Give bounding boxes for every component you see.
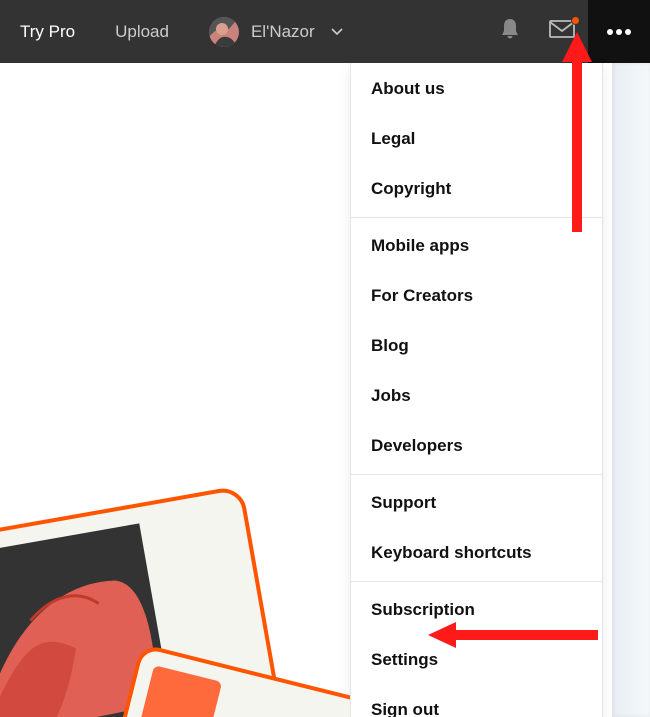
menu-item-mobile-apps[interactable]: Mobile apps [351, 220, 602, 270]
menu-item-jobs[interactable]: Jobs [351, 370, 602, 420]
menu-item-subscription[interactable]: Subscription [351, 584, 602, 634]
menu-divider [351, 474, 602, 475]
menu-item-support[interactable]: Support [351, 477, 602, 527]
top-navbar: Try Pro Upload [0, 0, 650, 63]
menu-item-legal[interactable]: Legal [351, 113, 602, 163]
messages-button[interactable] [536, 0, 588, 63]
menu-item-sign-out[interactable]: Sign out [351, 684, 602, 717]
menu-item-settings[interactable]: Settings [351, 634, 602, 684]
menu-divider [351, 581, 602, 582]
menu-item-blog[interactable]: Blog [351, 320, 602, 370]
menu-divider [351, 217, 602, 218]
user-menu-button[interactable]: El'Nazor [189, 0, 357, 63]
try-pro-link[interactable]: Try Pro [0, 0, 95, 63]
menu-item-for-creators[interactable]: For Creators [351, 270, 602, 320]
chevron-down-icon [331, 23, 343, 41]
notifications-button[interactable] [484, 0, 536, 63]
menu-item-about-us[interactable]: About us [351, 63, 602, 113]
menu-item-keyboard-shortcuts[interactable]: Keyboard shortcuts [351, 527, 602, 577]
avatar [209, 17, 239, 47]
notification-dot-icon [571, 16, 580, 25]
bell-icon [499, 17, 521, 46]
promo-card-image [0, 430, 350, 717]
menu-item-developers[interactable]: Developers [351, 420, 602, 470]
more-menu-button[interactable] [588, 0, 650, 63]
more-dropdown-menu: About us Legal Copyright Mobile apps For… [350, 63, 603, 717]
background-panel [612, 63, 650, 717]
menu-item-copyright[interactable]: Copyright [351, 163, 602, 213]
username-label: El'Nazor [251, 22, 315, 42]
more-ellipsis-icon [605, 23, 633, 41]
upload-link[interactable]: Upload [95, 0, 189, 63]
